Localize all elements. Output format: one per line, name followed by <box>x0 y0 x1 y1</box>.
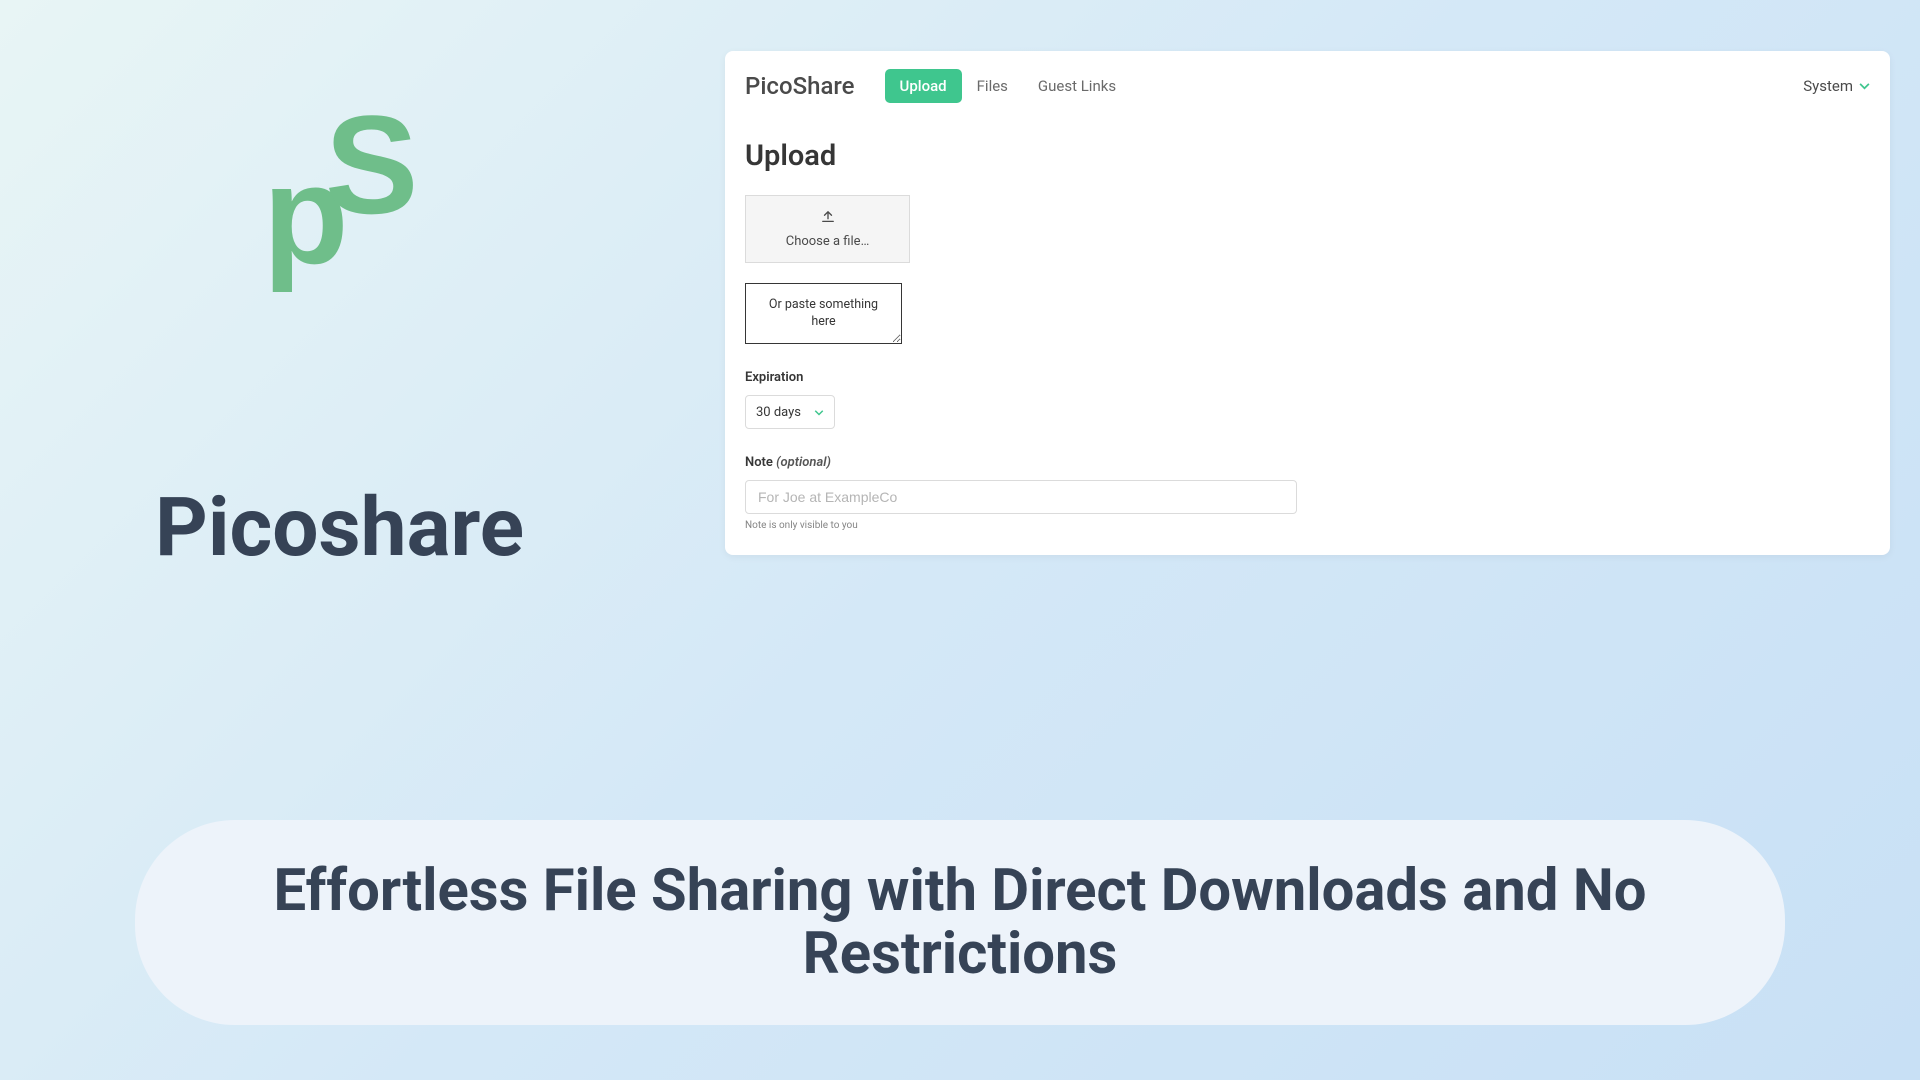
choose-file-label: Choose a file… <box>786 234 870 249</box>
app-brand: PicoShare <box>745 72 855 100</box>
nav-files[interactable]: Files <box>962 69 1023 103</box>
expiration-value: 30 days <box>756 405 801 420</box>
upload-section: Upload Choose a file… Or paste something… <box>745 107 1870 531</box>
expiration-label: Expiration <box>745 370 1870 385</box>
tagline-banner: Effortless File Sharing with Direct Down… <box>135 820 1785 1025</box>
hero-left: p S Picoshare <box>155 165 524 576</box>
choose-file-button[interactable]: Choose a file… <box>745 195 910 263</box>
note-hint: Note is only visible to you <box>745 520 1870 531</box>
chevron-down-icon <box>1859 79 1870 93</box>
nav-system-label: System <box>1803 77 1853 95</box>
nav-upload[interactable]: Upload <box>885 69 962 103</box>
note-field: Note (optional) Note is only visible to … <box>745 455 1870 531</box>
nav-guest-links[interactable]: Guest Links <box>1023 69 1131 103</box>
paste-placeholder: Or paste something here <box>756 297 891 331</box>
nav-system-dropdown[interactable]: System <box>1803 77 1870 95</box>
hero-title: Picoshare <box>155 480 524 576</box>
tagline-text: Effortless File Sharing with Direct Down… <box>195 860 1725 985</box>
logo-letter-s: S <box>325 95 418 235</box>
expiration-select[interactable]: 30 days <box>745 395 835 429</box>
note-label-text: Note <box>745 455 773 470</box>
upload-icon <box>821 209 835 228</box>
upload-heading: Upload <box>745 139 1870 173</box>
expiration-field: Expiration 30 days <box>745 370 1870 429</box>
note-label: Note (optional) <box>745 455 1870 470</box>
app-navbar: PicoShare Upload Files Guest Links Syste… <box>745 65 1870 107</box>
note-input[interactable] <box>745 480 1297 514</box>
app-window: PicoShare Upload Files Guest Links Syste… <box>725 51 1890 555</box>
chevron-down-icon <box>814 406 824 419</box>
paste-textarea[interactable]: Or paste something here <box>745 283 902 344</box>
logo-icon: p S <box>263 165 393 325</box>
note-optional-text: (optional) <box>776 455 831 470</box>
